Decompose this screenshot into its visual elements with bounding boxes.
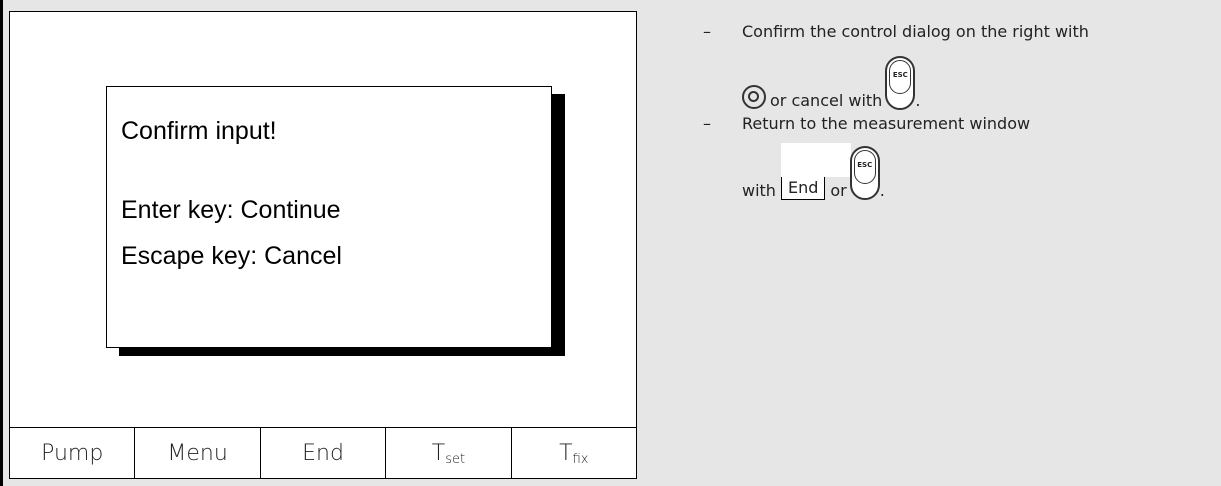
step2-line1: Return to the measurement window <box>742 114 1031 133</box>
bullet-dash: – <box>703 114 711 133</box>
end-key-label: End <box>780 143 851 200</box>
dialog-enter-hint: Enter key: Continue <box>121 196 341 224</box>
softkey-menu[interactable]: Menu <box>134 428 259 479</box>
softkey-tset[interactable]: Tset <box>385 428 510 479</box>
step2-or: or <box>830 181 847 200</box>
softkey-end-label: End <box>302 441 344 466</box>
softkey-tset-sub: set <box>445 452 466 467</box>
end-key-text: End <box>787 178 819 197</box>
step1-period: . <box>915 91 921 110</box>
step2-line2: with End or ESC . <box>742 143 885 200</box>
end-key-tab <box>780 143 851 177</box>
softkey-pump[interactable]: Pump <box>10 428 134 479</box>
softkey-tfix-label: T <box>559 441 573 466</box>
step1-line2: or cancel with ESC . <box>742 56 920 110</box>
step2-with: with <box>742 181 776 200</box>
softkey-tset-label: T <box>431 441 446 466</box>
dialog-title: Confirm input! <box>121 117 277 145</box>
left-margin-rule <box>0 0 3 486</box>
confirm-dialog: Confirm input! Enter key: Continue Escap… <box>106 86 552 348</box>
dialog-escape-hint: Escape key: Cancel <box>121 242 342 270</box>
escape-key-icon: ESC <box>885 56 916 110</box>
enter-key-icon <box>742 85 766 109</box>
softkey-end[interactable]: End <box>259 428 385 479</box>
step1-line2-text: or cancel with <box>770 91 883 110</box>
escape-key-icon: ESC <box>849 146 880 200</box>
bullet-dash: – <box>703 22 711 41</box>
softkey-bar: Pump Menu End Tset Tfix <box>10 427 636 479</box>
softkey-menu-label: Menu <box>167 441 228 466</box>
softkey-pump-label: Pump <box>41 441 104 466</box>
step2-period: . <box>879 181 885 200</box>
device-screen: Confirm input! Enter key: Continue Escap… <box>9 11 637 479</box>
softkey-tfix[interactable]: Tfix <box>510 428 636 479</box>
softkey-tfix-sub: fix <box>572 452 589 467</box>
step1-line1: Confirm the control dialog on the right … <box>742 22 1089 41</box>
